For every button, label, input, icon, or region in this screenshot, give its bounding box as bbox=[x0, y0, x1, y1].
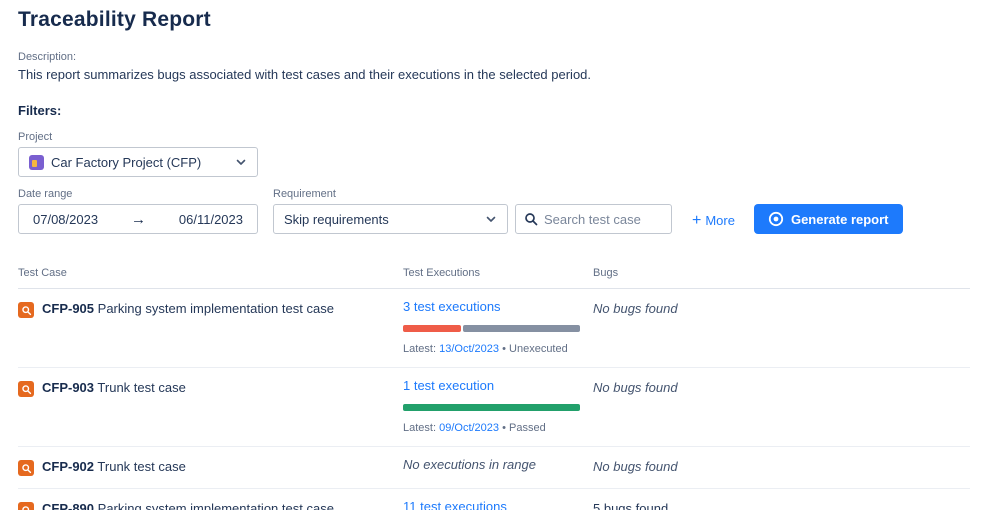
header-bugs: Bugs bbox=[593, 267, 619, 279]
more-filters-button[interactable]: + More bbox=[692, 212, 735, 229]
search-field bbox=[515, 204, 672, 234]
test-case-key[interactable]: CFP-905 bbox=[42, 301, 94, 316]
test-case-icon bbox=[18, 502, 34, 510]
traceability-report-page: Traceability Report Description: This re… bbox=[0, 0, 999, 510]
test-case-summary: Trunk test case bbox=[97, 380, 186, 395]
description-label: Description: bbox=[18, 51, 77, 63]
latest-label: Latest: bbox=[403, 422, 437, 434]
no-bugs-found-text: No bugs found bbox=[593, 459, 678, 474]
table-row: CFP-905 Parking system implementation te… bbox=[18, 289, 970, 368]
eye-icon bbox=[768, 211, 784, 227]
dot-separator: • bbox=[502, 422, 506, 434]
test-executions-link[interactable]: 3 test executions bbox=[403, 299, 501, 314]
latest-execution-date-link[interactable]: 09/Oct/2023 bbox=[439, 422, 499, 434]
generate-report-button[interactable]: Generate report bbox=[753, 204, 903, 234]
test-case-icon bbox=[18, 381, 34, 397]
latest-execution-status: Passed bbox=[509, 422, 546, 434]
latest-execution-date-link[interactable]: 13/Oct/2023 bbox=[439, 343, 499, 355]
requirement-label: Requirement bbox=[273, 188, 336, 200]
description-text: This report summarizes bugs associated w… bbox=[18, 67, 592, 82]
test-executions-link[interactable]: 11 test executions bbox=[403, 499, 507, 510]
test-case-summary: Parking system implementation test case bbox=[97, 501, 334, 510]
date-range-label: Date range bbox=[18, 188, 73, 200]
project-avatar-icon bbox=[29, 154, 44, 170]
test-case-icon bbox=[18, 302, 34, 318]
filters-row: Date range 07/08/2023 → 06/11/2023 Requi… bbox=[18, 188, 999, 234]
test-case-key[interactable]: CFP-890 bbox=[42, 501, 94, 510]
date-range-field: Date range 07/08/2023 → 06/11/2023 bbox=[18, 188, 258, 234]
table-row: CFP-903 Trunk test case 1 test execution… bbox=[18, 368, 970, 447]
no-executions-text: No executions in range bbox=[403, 457, 536, 472]
dot-separator: • bbox=[502, 343, 506, 355]
project-label: Project bbox=[18, 131, 53, 143]
bugs-found-count: 5 bugs found bbox=[593, 501, 669, 510]
test-case-key[interactable]: CFP-903 bbox=[42, 380, 94, 395]
more-button-label: More bbox=[705, 213, 735, 228]
search-icon bbox=[525, 213, 538, 226]
latest-label: Latest: bbox=[403, 343, 437, 355]
no-bugs-found-text: No bugs found bbox=[593, 380, 678, 395]
date-from-value[interactable]: 07/08/2023 bbox=[33, 212, 98, 227]
plus-icon: + bbox=[692, 212, 702, 229]
test-case-icon bbox=[18, 460, 34, 476]
table-header-row: Test Case Test Executions Bugs bbox=[18, 267, 970, 289]
date-range-picker[interactable]: 07/08/2023 → 06/11/2023 bbox=[18, 204, 258, 234]
requirement-select[interactable]: Skip requirements bbox=[273, 204, 508, 234]
requirement-field: Requirement Skip requirements bbox=[273, 188, 508, 234]
project-select-value: Car Factory Project (CFP) bbox=[51, 154, 202, 170]
chevron-down-icon bbox=[486, 216, 496, 222]
test-case-summary: Trunk test case bbox=[97, 459, 186, 474]
generate-report-label: Generate report bbox=[790, 211, 889, 227]
project-field: Project Car Factory Project (CFP) bbox=[18, 131, 999, 177]
date-to-value[interactable]: 06/11/2023 bbox=[179, 212, 243, 227]
requirement-select-value: Skip requirements bbox=[284, 211, 389, 227]
test-case-summary: Parking system implementation test case bbox=[97, 301, 334, 316]
arrow-right-icon: → bbox=[130, 210, 146, 228]
project-select[interactable]: Car Factory Project (CFP) bbox=[18, 147, 258, 177]
table-row: CFP-902 Trunk test case No executions in… bbox=[18, 447, 970, 489]
no-bugs-found-text: No bugs found bbox=[593, 301, 678, 316]
latest-execution-status: Unexecuted bbox=[509, 343, 568, 355]
table-row: CFP-890 Parking system implementation te… bbox=[18, 489, 970, 510]
test-executions-link[interactable]: 1 test execution bbox=[403, 378, 494, 393]
filters-label: Filters: bbox=[18, 103, 62, 118]
traceability-table: Test Case Test Executions Bugs CFP-905 P… bbox=[18, 267, 970, 510]
chevron-down-icon bbox=[236, 159, 246, 165]
execution-status-bar bbox=[403, 404, 580, 411]
page-title: Traceability Report bbox=[18, 8, 211, 31]
search-input[interactable] bbox=[544, 211, 654, 227]
header-test-executions: Test Executions bbox=[403, 267, 481, 279]
header-test-case: Test Case bbox=[18, 267, 67, 279]
execution-status-bar bbox=[403, 325, 580, 332]
test-case-key[interactable]: CFP-902 bbox=[42, 459, 94, 474]
